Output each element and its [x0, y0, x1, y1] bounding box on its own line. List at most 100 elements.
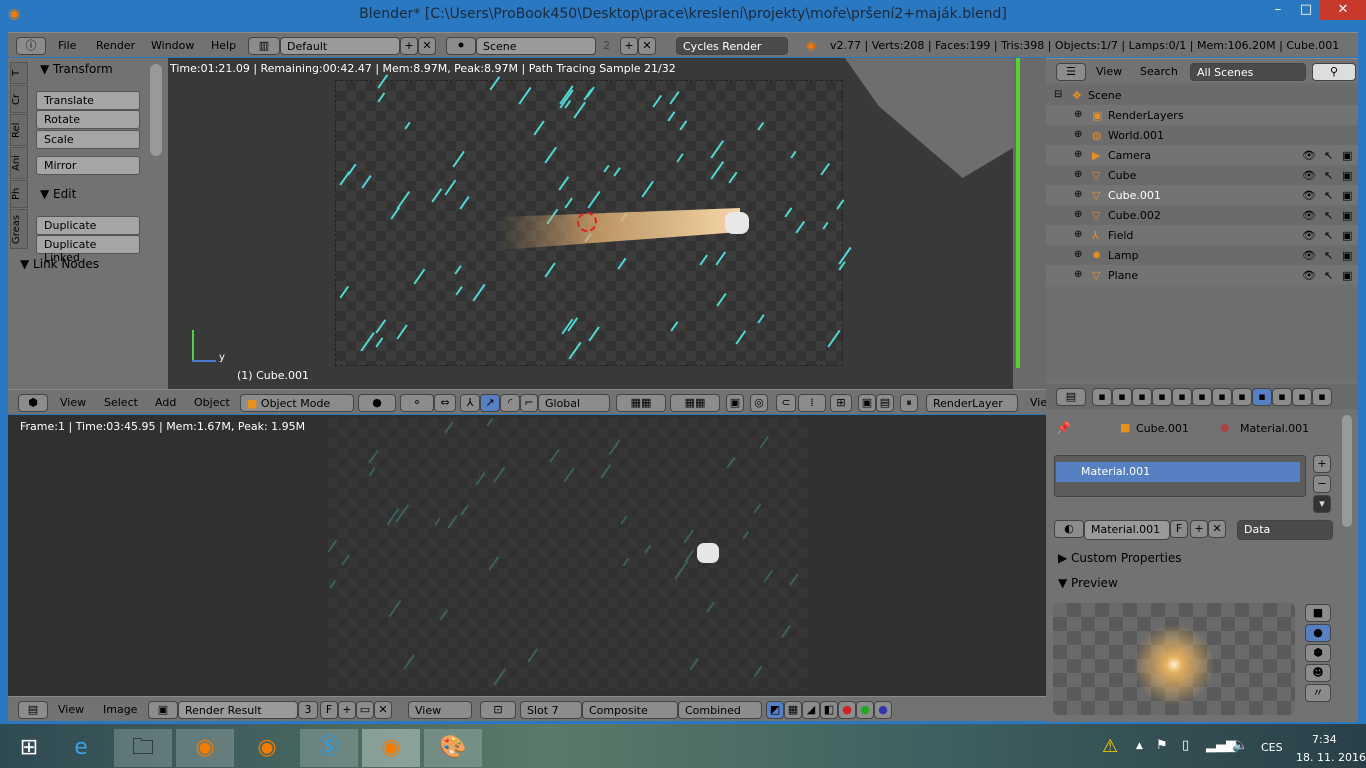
visibility-eye-icon[interactable]: 👁 [1302, 209, 1316, 222]
clock-time[interactable]: 7:34 [1312, 733, 1337, 746]
renderable-camera-icon[interactable]: ▣ [1342, 269, 1352, 282]
outliner-item[interactable]: ⊕ ▽ Cube.002 👁 ↖ ▣ [1046, 205, 1358, 225]
manipulator-axes-icon[interactable]: ⅄ [460, 394, 480, 412]
renderable-camera-icon[interactable]: ▣ [1342, 169, 1352, 182]
language-indicator[interactable]: CES [1261, 741, 1283, 754]
snap-icon[interactable]: ⊂ [776, 394, 796, 412]
visibility-eye-icon[interactable]: 👁 [1302, 189, 1316, 202]
battery-icon[interactable]: ▯ [1182, 738, 1189, 753]
rotate-button[interactable]: Rotate [36, 110, 140, 129]
tab-tools[interactable]: T [10, 62, 28, 84]
pin-icon[interactable]: 📌 [1056, 421, 1071, 435]
preview-hair-icon[interactable]: 〃 [1305, 684, 1331, 702]
outliner-item[interactable]: ⊕ ▽ Cube 👁 ↖ ▣ [1046, 165, 1358, 185]
expand-icon[interactable]: ⊕ [1074, 269, 1082, 280]
delete-layout-button[interactable]: ✕ [418, 37, 436, 55]
expand-icon[interactable]: ⊕ [1074, 169, 1082, 180]
menu-file[interactable]: File [58, 39, 76, 52]
proportional-edit-icon[interactable]: ◎ [750, 394, 768, 412]
properties-tab-render-layers-icon[interactable]: ▪ [1112, 388, 1132, 406]
outliner-item[interactable]: ⊕ ✹ Lamp 👁 ↖ ▣ [1046, 245, 1358, 265]
preview-panel[interactable]: ▼ Preview [1058, 576, 1118, 590]
manipulator-toggle-icon[interactable]: ⇔ [434, 394, 456, 412]
red-channel-icon[interactable]: ● [838, 701, 856, 719]
snap-element-icon[interactable]: ⁞ [798, 394, 826, 412]
pivot-icon[interactable]: ⚬ [400, 394, 434, 412]
selectable-cursor-icon[interactable]: ↖ [1324, 169, 1333, 182]
outliner-item[interactable]: ⊕ ▽ Cube.001 👁 ↖ ▣ [1046, 185, 1358, 205]
expand-icon[interactable]: ⊕ [1074, 149, 1082, 160]
renderable-camera-icon[interactable]: ▣ [1342, 149, 1352, 162]
menu-view[interactable]: View [1096, 65, 1122, 78]
file-explorer-icon[interactable]: 🗀 [114, 729, 172, 767]
maximize-button[interactable]: □ [1292, 0, 1320, 20]
editor-type-image-icon[interactable]: ▤ [18, 701, 48, 719]
tab-physics[interactable]: Ph [10, 180, 28, 208]
delete-scene-button[interactable]: ✕ [638, 37, 656, 55]
clock-date[interactable]: 18. 11. 2016 [1296, 751, 1366, 764]
layer-dropdown[interactable]: Composite [582, 701, 678, 719]
pause-render-icon[interactable]: ⏸ [900, 394, 918, 412]
selectable-cursor-icon[interactable]: ↖ [1324, 269, 1333, 282]
render-opengl-icon[interactable]: ▣ [858, 394, 876, 412]
slot-dropdown[interactable]: Slot 7 [520, 701, 582, 719]
transform-panel-header[interactable]: ▼ Transform [40, 62, 113, 76]
properties-scrollbar[interactable] [1342, 415, 1352, 527]
firefox-icon[interactable]: ◉ [176, 729, 234, 767]
properties-tab-data-icon[interactable]: ▪ [1232, 388, 1252, 406]
draw-alpha-icon[interactable]: ▦ [784, 701, 802, 719]
material-browse-icon[interactable]: ◐ [1054, 520, 1084, 538]
paint-icon[interactable]: 🎨 [424, 729, 482, 767]
new-image-button[interactable]: + [338, 701, 356, 719]
outliner-item[interactable]: ⊕ ▽ Plane 👁 ↖ ▣ [1046, 265, 1358, 285]
visibility-eye-icon[interactable]: 👁 [1302, 269, 1316, 282]
duplicate-button[interactable]: Duplicate [36, 216, 140, 235]
renderable-camera-icon[interactable]: ▣ [1342, 209, 1352, 222]
3d-cursor-icon[interactable] [577, 212, 597, 232]
tab-create[interactable]: Cr [10, 85, 28, 113]
unlink-material-button[interactable]: ✕ [1208, 520, 1226, 538]
link-nodes-panel-header[interactable]: ▼ Link Nodes [20, 257, 99, 271]
skype-icon[interactable]: Ⓢ [300, 729, 358, 767]
scene-field[interactable]: Scene [476, 37, 596, 55]
slot-specials-button[interactable]: ▾ [1313, 495, 1331, 513]
new-material-button[interactable]: + [1190, 520, 1208, 538]
visibility-eye-icon[interactable]: 👁 [1302, 229, 1316, 242]
shading-dropdown-icon[interactable]: ● [358, 394, 396, 412]
material-fake-user[interactable]: F [1170, 520, 1188, 538]
fake-user-button[interactable]: F [320, 701, 338, 719]
blender-taskbar-icon[interactable]: ◉ [238, 729, 296, 767]
outliner-item[interactable]: ⊕ ◍ World.001 [1046, 125, 1358, 145]
material-link-dropdown[interactable]: Data [1237, 520, 1333, 540]
minimize-button[interactable]: – [1264, 0, 1292, 20]
mirror-button[interactable]: Mirror [36, 156, 140, 175]
snap-target-icon[interactable]: ⊞ [830, 394, 852, 412]
expand-icon[interactable]: ⊕ [1074, 129, 1082, 140]
menu-object[interactable]: Object [194, 396, 230, 409]
material-name-field[interactable]: Material.001 [1084, 520, 1170, 540]
warning-icon[interactable]: ⚠ [1102, 736, 1118, 757]
menu-help[interactable]: Help [211, 39, 236, 52]
selectable-cursor-icon[interactable]: ↖ [1324, 249, 1333, 262]
renderable-camera-icon[interactable]: ▣ [1342, 189, 1352, 202]
draw-color-icon[interactable]: ◩ [766, 701, 784, 719]
blue-channel-icon[interactable]: ● [874, 701, 892, 719]
selectable-cursor-icon[interactable]: ↖ [1324, 149, 1333, 162]
render-engine-dropdown[interactable]: Cycles Render [676, 37, 788, 55]
green-channel-icon[interactable]: ● [856, 701, 874, 719]
add-slot-button[interactable]: + [1313, 455, 1331, 473]
tab-relations[interactable]: Rel [10, 114, 28, 146]
orientation-dropdown[interactable]: Global [538, 394, 610, 412]
outliner-item[interactable]: ⊕ ▣ RenderLayers [1046, 105, 1358, 125]
view-dropdown[interactable]: View [408, 701, 472, 719]
properties-tab-world-icon[interactable]: ▪ [1152, 388, 1172, 406]
menu-search[interactable]: Search [1140, 65, 1178, 78]
expand-icon[interactable]: ⊕ [1074, 249, 1082, 260]
visibility-eye-icon[interactable]: 👁 [1302, 249, 1316, 262]
tab-grease-pencil[interactable]: Greas [10, 209, 28, 249]
expand-icon[interactable]: ⊟ [1054, 89, 1062, 100]
view-menu-cut[interactable]: Vie [1030, 396, 1047, 409]
properties-tab-particles-icon[interactable]: ▪ [1292, 388, 1312, 406]
editor-type-properties-icon[interactable]: ▤ [1056, 388, 1086, 406]
image-browse-icon[interactable]: ▣ [148, 701, 178, 719]
